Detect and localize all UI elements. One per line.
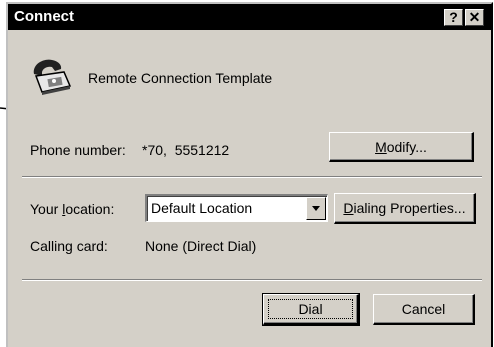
calling-card-label: Calling card:: [30, 238, 108, 254]
dial-button[interactable]: Dial: [262, 293, 360, 326]
dialing-properties-button[interactable]: Dialing Properties...: [334, 193, 476, 224]
connect-dialog: Connect ? ✕ Remote Connection Template P…: [6, 2, 493, 347]
location-label: Your location:: [30, 201, 115, 217]
title-bar: Connect ? ✕: [8, 4, 491, 30]
location-selected: Default Location: [151, 200, 253, 216]
window-title: Connect: [14, 8, 74, 25]
close-button[interactable]: ✕: [465, 9, 484, 26]
connection-name: Remote Connection Template: [88, 70, 273, 86]
help-button[interactable]: ?: [444, 9, 463, 26]
focus-rect: [268, 299, 353, 319]
separator-top: [22, 176, 482, 178]
chevron-down-icon: [312, 206, 320, 211]
telephone-icon: [33, 59, 72, 95]
cancel-button[interactable]: Cancel: [373, 294, 475, 325]
phone-number-label: Phone number:: [30, 142, 126, 158]
phone-number-value: *70, 5551212: [142, 142, 230, 158]
modify-label: odify...: [386, 138, 427, 155]
location-select[interactable]: Default Location: [145, 194, 328, 222]
close-icon: ✕: [468, 9, 481, 25]
calling-card-value: None (Direct Dial): [145, 238, 257, 254]
modify-mnemonic: M: [375, 138, 387, 155]
help-icon: ?: [449, 9, 458, 25]
separator-bottom: [22, 279, 482, 281]
cancel-label: Cancel: [401, 301, 446, 317]
dropdown-button[interactable]: [306, 197, 326, 220]
modify-button[interactable]: Modify...: [329, 132, 474, 162]
